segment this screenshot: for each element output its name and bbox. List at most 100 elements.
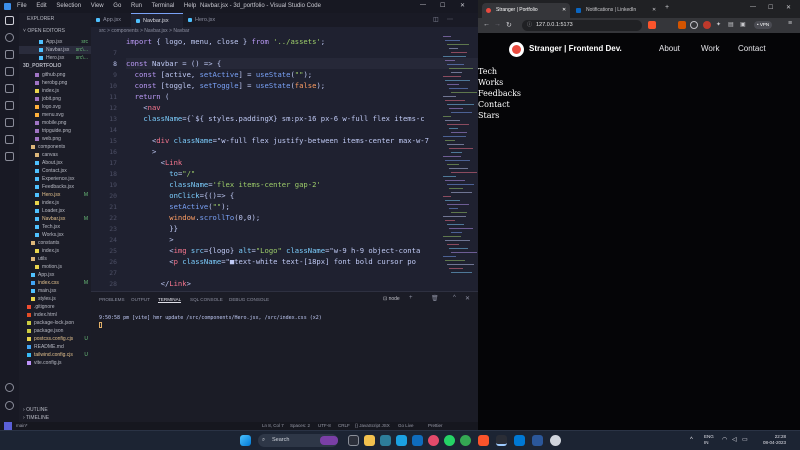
clock[interactable]: 22:28 08-04-2023 — [754, 434, 786, 446]
whatsapp-icon[interactable] — [444, 435, 455, 446]
file-tree-item[interactable]: menu.svg — [19, 111, 91, 119]
file-tree-item[interactable]: package.json — [19, 327, 91, 335]
minimap[interactable] — [441, 36, 478, 291]
file-tree-item[interactable]: index.js — [19, 87, 91, 95]
site-brand[interactable]: Stranger | Frontend Dev. — [529, 44, 622, 53]
file-tree-item[interactable]: Contact.jsx — [19, 167, 91, 175]
reload-icon[interactable]: ↻ — [506, 21, 512, 29]
minimize-icon[interactable]: — — [750, 4, 756, 10]
chrome-icon[interactable] — [460, 435, 471, 446]
app-icon[interactable] — [412, 435, 423, 446]
file-tree-item[interactable]: Hero.jsx M — [19, 191, 91, 199]
menu-icon[interactable]: ≡ — [788, 20, 792, 27]
code-editor[interactable]: import { logo, menu, close } from '../as… — [126, 36, 478, 291]
menu-view[interactable]: View — [91, 3, 104, 9]
minimize-icon[interactable]: — — [420, 2, 426, 8]
file-tree-item[interactable]: App.jsx — [19, 271, 91, 279]
new-tab-icon[interactable]: + — [665, 4, 669, 11]
tab-problems[interactable]: PROBLEMS — [99, 297, 125, 302]
menu-edit[interactable]: Edit — [36, 3, 46, 9]
site-info-icon[interactable]: ⓘ — [527, 20, 532, 31]
code-line[interactable]: > — [126, 234, 173, 245]
file-tree-item[interactable]: constants — [19, 239, 91, 247]
language-mode[interactable]: {} JavaScript JSX — [355, 422, 390, 430]
code-line[interactable]: setActive(""); — [126, 201, 230, 212]
file-tree-item[interactable]: tripguide.png — [19, 127, 91, 135]
file-tree-item[interactable]: Works.jsx — [19, 231, 91, 239]
remote-explorer-icon[interactable] — [5, 101, 14, 110]
timeline-header[interactable]: › TIMELINE — [19, 414, 91, 422]
logo-icon[interactable] — [509, 42, 524, 57]
remote-indicator-icon[interactable] — [4, 422, 12, 430]
menu-terminal[interactable]: Terminal — [152, 3, 175, 9]
file-tree-item[interactable]: index.js — [19, 199, 91, 207]
open-editors-header[interactable]: ˅ OPEN EDITORS — [19, 27, 91, 35]
cursor-position[interactable]: Ln 8, Col 7 — [262, 422, 284, 430]
nav-link-contact[interactable]: Contact — [738, 44, 766, 53]
split-editor-icon[interactable]: ◫ — [433, 16, 439, 23]
file-tree-item[interactable]: mobile.png — [19, 119, 91, 127]
file-tree-item[interactable]: App.jsx src — [19, 38, 91, 46]
code-line[interactable]: const [active, setActive] = useState("")… — [126, 69, 312, 80]
close-tab-icon[interactable]: ✕ — [652, 3, 656, 18]
menu-selection[interactable]: Selection — [56, 3, 81, 9]
nav-link-about[interactable]: About — [659, 44, 680, 53]
prettier-status[interactable]: Prettier — [428, 422, 443, 430]
close-icon[interactable]: ✕ — [786, 4, 791, 11]
app-icon[interactable] — [550, 435, 561, 446]
file-tree-item[interactable]: index.html — [19, 311, 91, 319]
app-icon[interactable] — [496, 435, 507, 446]
tab-app-jsx[interactable]: App.jsx — [91, 13, 131, 27]
app-icon[interactable] — [396, 435, 407, 446]
code-line[interactable]: <p className="■text-white text-[18px] fo… — [126, 256, 416, 267]
back-icon[interactable]: ← — [483, 21, 490, 28]
code-line[interactable]: return ( — [126, 91, 170, 102]
git-branch[interactable]: main* — [16, 422, 28, 430]
vpn-button[interactable]: • VPN — [754, 21, 773, 29]
code-line[interactable]: window.scrollTo(0,0); — [126, 212, 260, 223]
file-tree-item[interactable]: web.png — [19, 135, 91, 143]
file-tree-item[interactable]: Experience.jsx — [19, 175, 91, 183]
tray-chevron-icon[interactable]: ^ — [690, 437, 693, 443]
maximize-icon[interactable]: ☐ — [440, 2, 445, 9]
code-line[interactable]: className={`${ styles.paddingX} sm:px-16… — [126, 113, 424, 124]
trash-icon[interactable]: 🗑 — [431, 295, 439, 302]
code-line[interactable]: const Navbar = () => { — [126, 58, 478, 69]
file-tree-item[interactable]: Hero.jsx src\... — [19, 54, 91, 62]
extensions-icon[interactable] — [5, 84, 14, 93]
browser-tab-portfolio[interactable]: Stranger | Portfolio ✕ — [482, 3, 570, 18]
file-tree-item[interactable]: components — [19, 143, 91, 151]
breadcrumb[interactable]: src > components > Navbar.jsx > Navbar — [91, 27, 478, 36]
code-line[interactable]: > — [126, 146, 156, 157]
maximize-icon[interactable]: ☐ — [768, 4, 773, 11]
source-control-icon[interactable] — [5, 50, 14, 59]
word-icon[interactable] — [532, 435, 543, 446]
file-tree-item[interactable]: styles.js — [19, 295, 91, 303]
code-line[interactable]: <img src={logo} alt="Logo" className="w-… — [126, 245, 420, 256]
vscode-icon[interactable] — [514, 435, 525, 446]
project-folder-header[interactable]: 3D_PORTFOLIO — [19, 62, 91, 70]
close-panel-icon[interactable]: ✕ — [465, 295, 470, 302]
indentation[interactable]: Spaces: 2 — [290, 422, 310, 430]
code-line[interactable]: to="/" — [126, 168, 195, 179]
code-line[interactable]: onClick={()=> { — [126, 190, 234, 201]
language-indicator[interactable]: ENG IN — [704, 434, 714, 446]
brave-icon[interactable] — [478, 435, 489, 446]
file-tree-item[interactable]: Loader.jsx — [19, 207, 91, 215]
maximize-panel-icon[interactable]: ^ — [453, 295, 456, 301]
extension-icon[interactable] — [703, 21, 711, 29]
code-line[interactable]: <div className="w-full flex justify-betw… — [126, 135, 429, 146]
terminal-shell-label[interactable]: ⊡ node — [383, 296, 400, 302]
start-icon[interactable] — [240, 435, 251, 446]
add-terminal-icon[interactable]: + — [409, 295, 413, 301]
file-tree-item[interactable]: README.md — [19, 343, 91, 351]
file-tree-item[interactable]: package-lock.json — [19, 319, 91, 327]
file-tree-item[interactable]: .gitignore — [19, 303, 91, 311]
code-line[interactable]: <Link — [126, 157, 183, 168]
browser-tab-linkedin[interactable]: Notifications | LinkedIn ✕ — [572, 3, 660, 18]
file-tree-item[interactable]: index.css M — [19, 279, 91, 287]
run-debug-icon[interactable] — [5, 67, 14, 76]
go-live-button[interactable]: Go Live — [398, 422, 414, 430]
file-tree-item[interactable]: About.jsx — [19, 159, 91, 167]
settings-gear-icon[interactable] — [5, 401, 14, 410]
